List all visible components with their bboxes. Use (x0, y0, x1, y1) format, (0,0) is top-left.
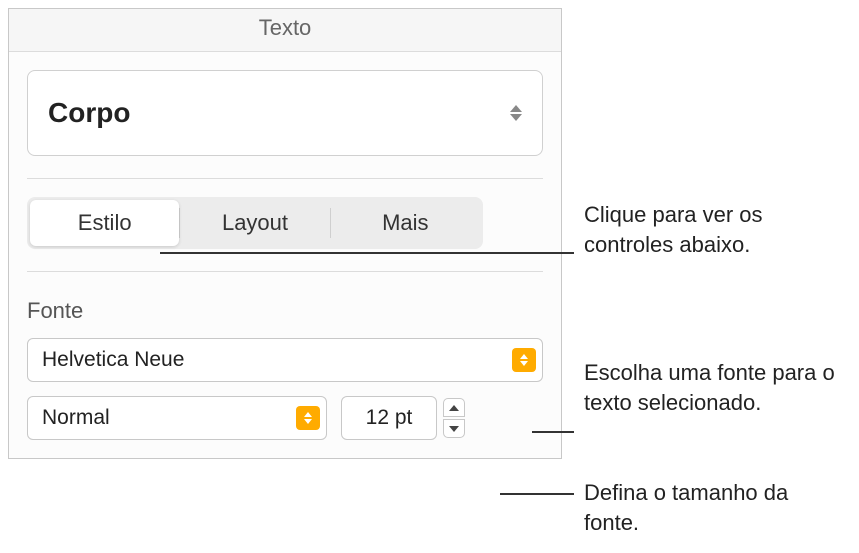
chevron-updown-icon (510, 105, 522, 121)
font-size-value: 12 pt (366, 406, 413, 430)
text-inspector-panel: Texto Corpo Estilo Layout Mais Fonte Hel… (8, 8, 562, 459)
font-size-field[interactable]: 12 pt (341, 396, 437, 440)
dropdown-arrow-icon (512, 348, 536, 372)
font-section-label: Fonte (27, 298, 543, 324)
divider (27, 178, 543, 179)
callout-font-family: Escolha uma fonte para o texto seleciona… (584, 358, 844, 417)
font-weight-select[interactable]: Normal (27, 396, 327, 440)
font-size-group: 12 pt (341, 396, 465, 440)
stepper-up-button[interactable] (443, 398, 465, 417)
font-size-stepper (443, 398, 465, 438)
callout-font-size: Defina o tamanho da fonte. (584, 478, 844, 537)
tab-mais[interactable]: Mais (331, 200, 480, 246)
callout-tabs: Clique para ver os controles abaixo. (584, 200, 834, 259)
tab-estilo[interactable]: Estilo (30, 200, 179, 246)
stepper-down-button[interactable] (443, 419, 465, 438)
panel-title: Texto (9, 9, 561, 52)
paragraph-style-select[interactable]: Corpo (27, 70, 543, 156)
divider (27, 271, 543, 272)
tab-label: Mais (382, 210, 428, 235)
font-family-select[interactable]: Helvetica Neue (27, 338, 543, 382)
caret-up-icon (449, 405, 459, 411)
caret-down-icon (449, 426, 459, 432)
font-family-value: Helvetica Neue (42, 348, 184, 372)
callout-line (532, 431, 574, 433)
tab-bar: Estilo Layout Mais (27, 197, 483, 249)
dropdown-arrow-icon (296, 406, 320, 430)
callout-line (500, 493, 574, 495)
callout-line (160, 252, 574, 254)
paragraph-style-label: Corpo (48, 97, 130, 129)
tab-label: Layout (222, 210, 288, 235)
font-weight-value: Normal (42, 406, 110, 430)
tab-layout[interactable]: Layout (180, 200, 329, 246)
tab-label: Estilo (78, 210, 132, 235)
